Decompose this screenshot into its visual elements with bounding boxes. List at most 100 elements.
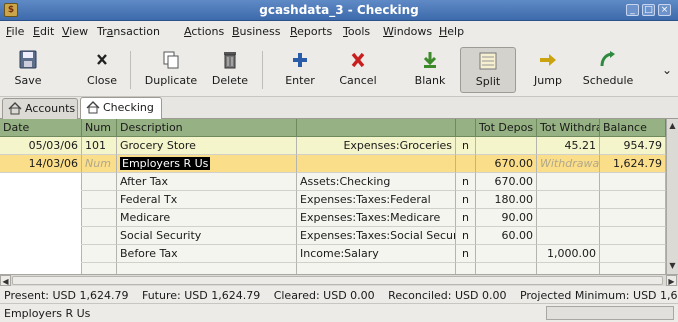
split-row[interactable]: Medicare Expenses:Taxes:Medicare n 90.00 [0,209,666,227]
table-row-selected[interactable]: 14/03/06 Num Employers R Us 670.00 Withd… [0,155,666,173]
cell-deposit[interactable]: 670.00 [476,155,537,173]
menu-view[interactable]: View [62,25,88,38]
cell-action[interactable] [82,263,117,274]
column-header-deposit[interactable]: Tot Depos [476,119,537,137]
cell-reconcile[interactable]: n [456,191,476,209]
cell-deposit[interactable]: 90.00 [476,209,537,227]
cell-deposit[interactable]: 180.00 [476,191,537,209]
column-header-balance[interactable]: Balance [600,119,666,137]
cell-memo[interactable]: Medicare [117,209,297,227]
status-text: Employers R Us [4,307,91,320]
menu-edit[interactable]: Edit [33,25,54,38]
duplicate-button[interactable]: Duplicate [140,47,202,93]
cancel-button[interactable]: Cancel [336,47,380,93]
menu-reports[interactable]: Reports [290,25,332,38]
cell-account[interactable] [297,263,456,274]
column-header-description[interactable]: Description [117,119,297,137]
toolbar-overflow-button[interactable]: ⌄ [660,63,674,77]
menu-actions[interactable]: Actions [184,25,224,38]
cell-action[interactable] [82,227,117,245]
horizontal-scroll-thumb[interactable] [12,276,663,285]
cell-reconcile[interactable] [456,155,476,173]
enter-button[interactable]: Enter [280,47,320,93]
cell-memo[interactable]: Social Security [117,227,297,245]
jump-button[interactable]: Jump [530,47,566,93]
close-window-button[interactable]: × [658,4,671,16]
cell-withdrawal[interactable] [537,263,600,274]
cell-memo[interactable]: Federal Tx [117,191,297,209]
menu-transaction[interactable]: Transaction [97,25,160,38]
cell-account[interactable]: Expenses:Taxes:Federal [297,191,456,209]
cell-memo[interactable]: After Tax [117,173,297,191]
cell-withdrawal[interactable]: 1,000.00 [537,245,600,263]
cell-num[interactable]: Num [82,155,117,173]
cell-withdrawal[interactable] [537,209,600,227]
cell-date[interactable]: 05/03/06 [0,137,82,155]
cell-account[interactable]: Income:Salary [297,245,456,263]
scroll-down-icon[interactable]: ▼ [668,261,677,271]
menu-file[interactable]: File [6,25,24,38]
horizontal-scrollbar[interactable]: ◀ ▶ [0,274,678,286]
cell-transfer[interactable] [297,155,456,173]
cell-withdrawal[interactable] [537,173,600,191]
menu-business[interactable]: Business [232,25,281,38]
cell-date[interactable]: 14/03/06 [0,155,82,173]
split-row[interactable]: After Tax Assets:Checking n 670.00 [0,173,666,191]
column-header-transfer[interactable] [297,119,456,137]
cell-transfer[interactable]: Expenses:Groceries [297,137,456,155]
scroll-right-icon[interactable]: ▶ [666,275,677,286]
delete-button[interactable]: Delete [208,47,252,93]
cell-deposit[interactable] [476,137,537,155]
cell-reconcile[interactable]: n [456,227,476,245]
cell-deposit[interactable]: 60.00 [476,227,537,245]
schedule-button[interactable]: Schedule [580,47,636,93]
column-header-date[interactable]: Date [0,119,82,137]
cell-reconcile[interactable]: n [456,173,476,191]
blank-button[interactable]: Blank [408,47,452,93]
cell-deposit[interactable] [476,245,537,263]
cell-reconcile[interactable]: n [456,137,476,155]
split-row[interactable]: Social Security Expenses:Taxes:Social Se… [0,227,666,245]
column-header-reconcile[interactable] [456,119,476,137]
cell-withdrawal[interactable] [537,227,600,245]
tab-checking[interactable]: Checking [80,97,162,119]
cell-account[interactable]: Expenses:Taxes:Medicare [297,209,456,227]
save-button[interactable]: Save [8,47,48,93]
description-input[interactable]: Employers R Us [117,155,297,173]
vertical-scrollbar[interactable]: ▲ ▼ [666,119,678,274]
menu-tools[interactable]: Tools [343,25,370,38]
cell-account[interactable]: Expenses:Taxes:Social Secur [297,227,456,245]
minimize-button[interactable]: _ [626,4,639,16]
tab-accounts[interactable]: Accounts [2,98,78,119]
cell-num[interactable]: 101 [82,137,117,155]
cell-action[interactable] [82,173,117,191]
cell-reconcile[interactable] [456,263,476,274]
menu-windows[interactable]: Windows [383,25,432,38]
column-header-num[interactable]: Num [82,119,117,137]
split-button[interactable]: Split [460,47,516,93]
cell-withdrawal[interactable] [537,191,600,209]
cell-action[interactable] [82,245,117,263]
cell-action[interactable] [82,209,117,227]
cell-deposit[interactable] [476,263,537,274]
cell-account[interactable]: Assets:Checking [297,173,456,191]
scroll-left-icon[interactable]: ◀ [0,275,11,286]
blank-split-row[interactable] [0,263,666,274]
cell-memo[interactable] [117,263,297,274]
cell-memo[interactable]: Before Tax [117,245,297,263]
maximize-button[interactable]: □ [642,4,655,16]
split-row[interactable]: Federal Tx Expenses:Taxes:Federal n 180.… [0,191,666,209]
cell-reconcile[interactable]: n [456,245,476,263]
cell-reconcile[interactable]: n [456,209,476,227]
close-button[interactable]: Close [84,47,120,93]
menu-help[interactable]: Help [439,25,464,38]
cell-action[interactable] [82,191,117,209]
table-row[interactable]: 05/03/06 101 Grocery Store Expenses:Groc… [0,137,666,155]
cell-withdrawal[interactable]: Withdrawal [537,155,600,173]
scroll-up-icon[interactable]: ▲ [668,121,677,131]
column-header-withdrawal[interactable]: Tot Withdra [537,119,600,137]
cell-withdrawal[interactable]: 45.21 [537,137,600,155]
cell-description[interactable]: Grocery Store [117,137,297,155]
cell-deposit[interactable]: 670.00 [476,173,537,191]
split-row[interactable]: Before Tax Income:Salary n 1,000.00 [0,245,666,263]
